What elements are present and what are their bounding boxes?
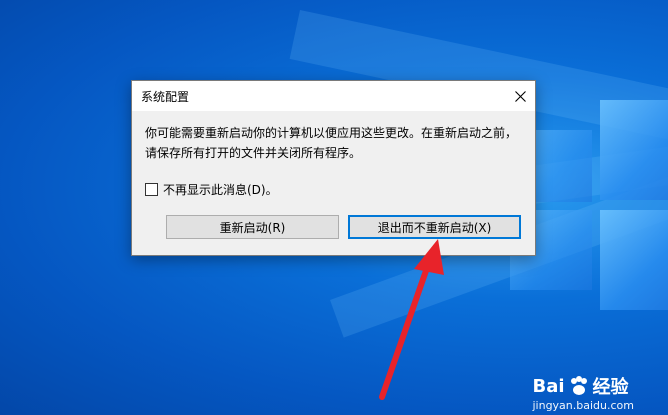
dont-show-again-label[interactable]: 不再显示此消息(D)。 bbox=[163, 181, 278, 198]
dialog-titlebar[interactable]: 系统配置 bbox=[132, 81, 535, 111]
red-arrow bbox=[379, 239, 444, 400]
baidu-watermark: Bai 经验 jingyan.baidu.com bbox=[532, 373, 634, 413]
dialog-message: 你可能需要重新启动你的计算机以便应用这些更改。在重新启动之前，请保存所有打开的文… bbox=[145, 126, 518, 160]
checkbox-icon[interactable] bbox=[145, 183, 158, 196]
dialog-title: 系统配置 bbox=[141, 90, 190, 104]
watermark-brand-left: Bai bbox=[532, 375, 565, 397]
system-config-dialog: 系统配置 你可能需要重新启动你的计算机以便应用这些更改。在重新启动之前，请保存所… bbox=[131, 80, 536, 256]
restart-button[interactable]: 重新启动(R) bbox=[166, 215, 339, 239]
watermark-brand-right: 经验 bbox=[592, 377, 629, 398]
close-icon bbox=[514, 90, 526, 102]
dont-show-again-row[interactable]: 不再显示此消息(D)。 bbox=[145, 181, 278, 198]
close-button[interactable] bbox=[505, 81, 535, 111]
watermark-url: jingyan.baidu.com bbox=[532, 399, 634, 412]
paw-icon bbox=[570, 376, 587, 395]
